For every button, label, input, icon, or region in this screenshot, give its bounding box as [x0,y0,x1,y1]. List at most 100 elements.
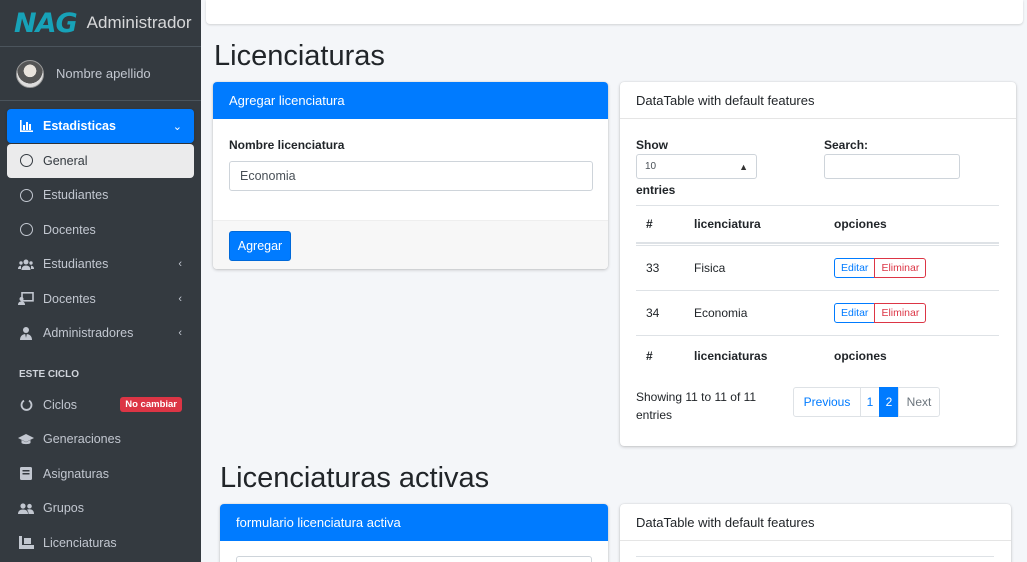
sidebar-item-label: Estadisticas [43,119,116,133]
avatar [16,59,44,88]
sidebar-item-generaciones[interactable]: Generaciones [7,422,194,456]
table-row: 34 Economia Editar Eliminar [636,290,999,335]
search-input[interactable] [824,154,960,179]
sidebar-section-header: ESTE CICLO [19,368,80,380]
table-row: 33 Fisica Editar Eliminar [636,245,999,290]
sidebar-item-label: Asignaturas [43,466,110,481]
user-tie-icon [17,326,35,340]
form-card-active: formulario licenciatura activa [220,504,608,562]
column-footer: # [646,348,653,363]
cell-licenciatura: Fisica [694,261,726,275]
sidebar-item-administradores[interactable]: Administradores ‹ [7,316,194,350]
datatable-card: DataTable with default features Show 10 … [620,82,1016,446]
sidebar-item-licenciaturas[interactable]: Licenciaturas [7,526,194,560]
search-label: Search: [824,138,869,152]
sidebar-item-label: Ciclos [43,397,78,412]
status-badge: No cambiar [120,397,182,412]
delete-button[interactable]: Eliminar [874,258,927,278]
chart-bar-icon [17,120,35,132]
field-label: Nombre licenciatura [229,138,345,152]
chalkboard-teacher-icon [17,292,35,305]
chevron-down-icon: ⌄ [172,120,182,133]
column-header[interactable]: licenciatura [694,217,834,231]
select-arrows-icon: ▲ [739,161,748,172]
form-card-footer: Agregar [213,220,608,269]
chevron-left-icon: ‹ [178,327,182,339]
user-panel[interactable]: Nombre apellido [0,47,201,101]
user-name[interactable]: Nombre apellido [56,66,151,81]
user-group-icon [17,502,35,514]
pagination-next[interactable]: Next [898,387,940,417]
sidebar-nav: Estadisticas ⌄ General Estudiantes Docen… [0,101,201,560]
column-header[interactable]: opciones [834,217,887,231]
brand-logo: NAG [14,7,78,39]
sidebar-item-estadisticas[interactable]: Estadisticas ⌄ [7,109,194,143]
circle-icon [17,154,35,167]
pagination-previous[interactable]: Previous [793,387,861,417]
circle-icon [17,188,35,202]
users-icon [17,259,35,270]
sidebar-item-label: General [43,153,88,168]
sidebar-item-label: Estudiantes [43,188,109,202]
sidebar-item-docentes[interactable]: Docentes ‹ [7,282,194,316]
cell-id: 33 [646,261,660,275]
sidebar: NAG Administrador Nombre apellido Estadi… [0,0,201,562]
pagination-page[interactable]: 1 [860,387,880,417]
pagination-page-current[interactable]: 2 [879,387,899,417]
delete-button[interactable]: Eliminar [874,303,927,323]
form-card-header: Agregar licenciatura [213,82,608,119]
circle-icon [17,223,35,236]
sidebar-item-ciclos[interactable]: Ciclos No cambiar [7,388,194,422]
column-footer: opciones [834,348,887,363]
entries-label: entries [636,183,676,197]
sidebar-item-label: Docentes [43,291,96,306]
edit-button[interactable]: Editar [834,258,876,278]
column-header[interactable]: # [636,217,694,231]
brand-title: Administrador [86,13,192,32]
book-reader-icon [17,536,35,549]
datatable-card-header: DataTable with default features [620,82,1016,119]
sidebar-item-estudiantes-stats[interactable]: Estudiantes [7,178,194,212]
graduation-cap-icon [17,433,35,445]
section-title-active: Licenciaturas activas [220,462,490,494]
sidebar-item-general[interactable]: General [7,143,194,178]
brand-link[interactable]: NAG Administrador [0,0,201,47]
edit-button[interactable]: Editar [834,303,876,323]
partial-field[interactable] [236,556,592,562]
section-divider [201,452,1027,459]
datatable-card-active-header: DataTable with default features [620,504,1011,541]
partial-row [636,556,994,557]
datatable-card-active: DataTable with default features [620,504,1011,562]
agregar-button[interactable]: Agregar [229,231,291,261]
nombre-licenciatura-field[interactable] [229,161,593,191]
column-footer: licenciaturas [694,348,768,363]
table-info: Showing 11 to 11 of 11 entries [636,390,757,422]
table-header: # licenciatura opciones [636,205,999,244]
sidebar-item-grupos[interactable]: Grupos [7,491,194,525]
entries-length-value: 10 [645,161,657,172]
sidebar-item-label: Docentes [43,222,96,237]
chevron-left-icon: ‹ [178,292,182,305]
sidebar-item-label: Administradores [43,326,134,340]
pagination: Previous 1 2 Next [793,387,940,417]
page-title: Licenciaturas [214,40,385,72]
sidebar-item-estudiantes[interactable]: Estudiantes ‹ [7,247,194,281]
cell-licenciatura: Economia [694,306,748,320]
power-icon [17,398,35,411]
entries-length-select[interactable]: 10 ▲ [636,154,757,179]
row-actions: Editar Eliminar [834,303,927,323]
form-card: Agregar licenciatura Nombre licenciatura… [213,82,608,269]
sidebar-item-label: Licenciaturas [43,535,117,550]
sidebar-item-docentes-stats[interactable]: Docentes [7,213,194,247]
top-card-edge [206,0,1023,24]
sidebar-item-label: Estudiantes [43,257,109,271]
cell-id: 34 [646,306,660,320]
book-icon [17,467,35,480]
show-label: Show [636,138,668,152]
table-footer: # licenciaturas opciones [636,335,999,375]
sidebar-item-asignaturas[interactable]: Asignaturas [7,457,194,491]
sidebar-item-label: Generaciones [43,432,121,446]
sidebar-item-label: Grupos [43,501,84,515]
chevron-left-icon: ‹ [178,258,182,270]
row-actions: Editar Eliminar [834,258,927,278]
